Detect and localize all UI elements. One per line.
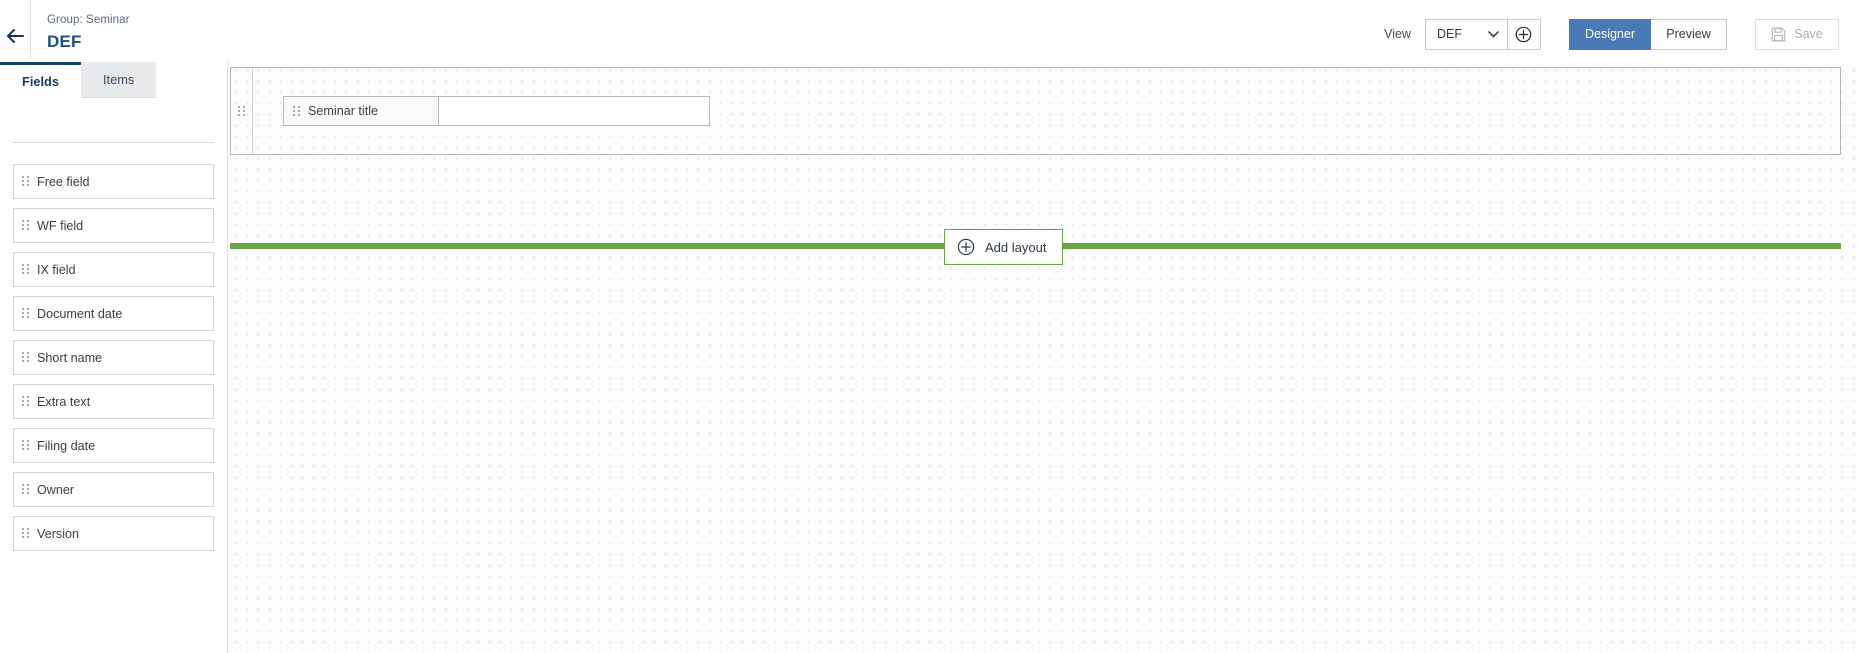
field-item-label: Extra text <box>37 394 91 409</box>
field-item-wf-field[interactable]: WF field <box>13 208 214 243</box>
tab-fields[interactable]: Fields <box>0 62 81 98</box>
drag-handle-icon[interactable] <box>22 484 29 495</box>
drag-handle-icon[interactable] <box>22 440 29 451</box>
drag-handle-icon[interactable] <box>238 105 245 117</box>
view-select-value: DEF <box>1436 27 1462 41</box>
view-control-group: DEF <box>1424 18 1541 50</box>
field-item-ix-field[interactable]: IX field <box>13 252 214 287</box>
field-item-label: WF field <box>37 218 84 233</box>
field-item-short-name[interactable]: Short name <box>13 340 214 375</box>
mode-toggle-group: Designer Preview <box>1568 18 1727 50</box>
back-button[interactable] <box>0 0 30 62</box>
save-label: Save <box>1794 27 1823 41</box>
back-arrow-icon <box>7 29 24 43</box>
sidebar-tabs: Fields Items <box>0 62 227 98</box>
title-block: Group: Seminar DEF <box>31 0 130 62</box>
add-layout-button[interactable]: Add layout <box>944 229 1064 265</box>
drag-handle-icon[interactable] <box>22 176 29 187</box>
sidebar-content: Free field WF field IX field Document da… <box>0 98 227 653</box>
floppy-disk-icon <box>1771 27 1786 41</box>
field-item-free-field[interactable]: Free field <box>13 164 214 199</box>
canvas-field-label-box[interactable]: Seminar title <box>283 96 439 126</box>
drag-handle-icon[interactable] <box>22 264 29 275</box>
tab-designer[interactable]: Designer <box>1568 18 1651 50</box>
plus-circle-icon <box>1516 26 1532 42</box>
top-bar: Group: Seminar DEF View DEF Designer Pre… <box>0 0 1857 62</box>
field-item-label: Filing date <box>37 438 96 453</box>
drag-handle-icon[interactable] <box>22 528 29 539</box>
add-view-button[interactable] <box>1506 18 1541 50</box>
field-item-version[interactable]: Version <box>13 516 214 551</box>
layout-block-drag-handle[interactable] <box>231 68 253 154</box>
drag-handle-icon[interactable] <box>22 352 29 363</box>
layout-block-content: Seminar title <box>253 68 1840 154</box>
field-item-label: Short name <box>37 350 103 365</box>
field-item-owner[interactable]: Owner <box>13 472 214 507</box>
field-item-label: Version <box>37 526 80 541</box>
drag-handle-icon[interactable] <box>22 308 29 319</box>
top-bar-actions: View DEF Designer Preview Save <box>1384 0 1857 62</box>
field-item-document-date[interactable]: Document date <box>13 296 214 331</box>
view-select[interactable]: DEF <box>1424 18 1507 50</box>
field-item-label: Free field <box>37 174 90 189</box>
add-layout-row: Add layout <box>230 229 1841 265</box>
page-title: DEF <box>47 32 82 51</box>
canvas-field-value-input[interactable] <box>439 96 710 126</box>
designer-canvas[interactable]: Seminar title Add layout <box>228 62 1857 653</box>
breadcrumb-group: Group: Seminar <box>47 14 130 26</box>
drag-handle-icon[interactable] <box>22 220 29 231</box>
tab-items[interactable]: Items <box>80 62 157 98</box>
view-label: View <box>1384 27 1411 41</box>
layout-block[interactable]: Seminar title <box>230 67 1841 155</box>
save-button[interactable]: Save <box>1755 18 1839 50</box>
drag-handle-icon[interactable] <box>293 105 300 117</box>
plus-circle-icon <box>957 238 975 256</box>
canvas-field-label: Seminar title <box>308 104 378 118</box>
sidebar: Fields Items Free field WF field IX fiel… <box>0 62 228 653</box>
field-item-label: Owner <box>37 482 75 497</box>
chevron-down-icon <box>1488 30 1499 37</box>
field-item-filing-date[interactable]: Filing date <box>13 428 214 463</box>
field-item-label: IX field <box>37 262 76 277</box>
sidebar-divider <box>13 142 214 143</box>
drag-handle-icon[interactable] <box>22 396 29 407</box>
field-item-label: Document date <box>37 306 123 321</box>
tab-preview[interactable]: Preview <box>1651 18 1727 50</box>
canvas-field-seminar-title[interactable]: Seminar title <box>283 96 710 126</box>
field-item-extra-text[interactable]: Extra text <box>13 384 214 419</box>
add-layout-label: Add layout <box>985 239 1047 255</box>
main-body: Fields Items Free field WF field IX fiel… <box>0 62 1857 653</box>
